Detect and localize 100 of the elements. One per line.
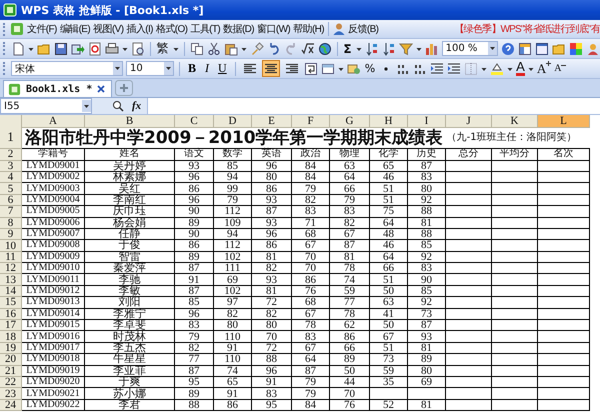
scissors-icon[interactable]	[206, 42, 221, 56]
align-center-button[interactable]	[262, 60, 280, 77]
wrap-text-icon[interactable]	[304, 62, 318, 76]
font-name-dropdown[interactable]: 宋体	[11, 61, 123, 76]
column-header[interactable]: J	[446, 115, 492, 128]
row-header[interactable]: 14	[0, 286, 22, 298]
column-header[interactable]: K	[492, 115, 538, 128]
menu-item[interactable]: 帮助(H)	[292, 22, 326, 36]
row-header[interactable]: 8	[0, 218, 22, 229]
row-header[interactable]: 12	[0, 263, 22, 274]
copy-icon[interactable]	[190, 42, 204, 56]
row-header[interactable]: 7	[0, 206, 22, 218]
row-header[interactable]: 3	[0, 160, 22, 172]
document-icon[interactable]	[10, 42, 25, 56]
row-header[interactable]: 5	[0, 183, 22, 195]
table-cell: 66	[370, 263, 408, 274]
column-header[interactable]: H	[370, 115, 408, 128]
column-header[interactable]: I	[408, 115, 446, 128]
row-header[interactable]: 18	[0, 331, 22, 343]
table-cell: 87	[292, 366, 330, 377]
sort-descending-icon[interactable]	[382, 42, 396, 56]
menu-item[interactable]: 插入(I)	[125, 22, 154, 36]
row-header[interactable]: 10	[0, 240, 22, 252]
column-header[interactable]: F	[292, 115, 330, 128]
row-header[interactable]: 9	[0, 228, 22, 240]
zoom-dropdown[interactable]: 100 %	[442, 41, 498, 56]
row-header[interactable]: 20	[0, 354, 22, 366]
row-header[interactable]: 13	[0, 274, 22, 286]
row-header[interactable]: 22	[0, 376, 22, 388]
underline-button[interactable]: U	[215, 60, 230, 76]
indent-increase-icon[interactable]	[447, 62, 462, 76]
row-header[interactable]: 23	[0, 388, 22, 400]
insert-function-button[interactable]: fx	[132, 100, 142, 112]
menu-item[interactable]: 文件(F)	[26, 22, 58, 36]
formula-icon[interactable]	[300, 42, 315, 56]
promo-link[interactable]: 【绿色季】WPS"将省纸进行到底"有	[454, 22, 600, 36]
column-header[interactable]: B	[85, 115, 175, 128]
menu-item[interactable]: 格式(O)	[154, 22, 188, 36]
printer-icon[interactable]	[104, 42, 119, 56]
save-icon[interactable]	[54, 42, 68, 56]
font-color-button[interactable]: A	[516, 61, 525, 76]
freeze-panes-icon[interactable]	[518, 42, 532, 56]
column-header[interactable]: A	[22, 115, 85, 128]
row-header[interactable]: 21	[0, 366, 22, 377]
menu-item[interactable]: 编辑(E)	[58, 22, 92, 36]
row-header[interactable]: 2	[0, 149, 22, 161]
menu-item[interactable]: 窗口(W)	[256, 22, 292, 36]
menu-item[interactable]: 视图(V)	[92, 22, 124, 36]
table-cell	[538, 308, 590, 320]
person-icon[interactable]	[586, 42, 600, 56]
column-header[interactable]: E	[252, 115, 292, 128]
brush-icon[interactable]	[250, 42, 264, 56]
help-icon[interactable]	[501, 42, 516, 56]
palette-icon[interactable]	[569, 42, 584, 56]
percent-button[interactable]: %	[364, 62, 376, 75]
italic-button[interactable]: I	[202, 60, 212, 76]
font-size-dropdown[interactable]: 10	[126, 61, 174, 76]
fill-color-icon[interactable]	[490, 62, 504, 76]
column-header[interactable]: G	[330, 115, 370, 128]
export-icon[interactable]	[70, 42, 85, 56]
table-cell: 68	[292, 228, 330, 240]
row-header[interactable]: 17	[0, 320, 22, 332]
formula-input-field[interactable]	[147, 98, 600, 114]
increase-font-size-button[interactable]: A	[536, 60, 552, 76]
column-header[interactable]: C	[175, 115, 214, 128]
filter-icon[interactable]	[398, 42, 413, 56]
column-header[interactable]: L	[538, 115, 590, 128]
close-icon[interactable]	[97, 85, 106, 93]
caret-icon[interactable]	[82, 100, 91, 112]
row-header[interactable]: 16	[0, 308, 22, 320]
paste-icon[interactable]	[224, 42, 238, 56]
chart-icon[interactable]	[424, 42, 439, 56]
bold-button[interactable]: B	[185, 60, 200, 76]
row-header[interactable]: 1	[0, 126, 22, 150]
window-icon[interactable]	[535, 42, 550, 56]
menu-item[interactable]: 数据(D)	[222, 22, 256, 36]
column-header[interactable]: D	[214, 115, 252, 128]
print-preview-icon[interactable]	[130, 42, 145, 56]
caret-icon[interactable]	[113, 62, 122, 75]
person-icon[interactable]	[332, 22, 346, 36]
decrease-font-size-button[interactable]: A	[554, 63, 566, 74]
row-header[interactable]: 24	[0, 400, 22, 412]
merge-cells-icon[interactable]	[320, 62, 335, 76]
sum-button[interactable]: Σ	[342, 42, 353, 56]
row-header[interactable]: 6	[0, 194, 22, 206]
row-header[interactable]: 19	[0, 342, 22, 354]
row-header[interactable]: 15	[0, 297, 22, 309]
feedback-menu-item[interactable]: 反馈(B)	[347, 22, 380, 36]
name-box[interactable]: I55	[0, 98, 92, 114]
row-header[interactable]: 4	[0, 172, 22, 184]
document-tab[interactable]: Book1.xls *	[3, 80, 112, 97]
caret-icon[interactable]	[488, 42, 498, 55]
sort-ascending-icon[interactable]	[364, 42, 379, 56]
caret-icon[interactable]	[164, 62, 173, 75]
globe-icon[interactable]	[318, 42, 332, 56]
traditional-chinese-button[interactable]: 繁	[156, 40, 170, 57]
row-header[interactable]: 11	[0, 252, 22, 264]
search-icon[interactable]	[112, 100, 124, 112]
menu-item[interactable]: 工具(T)	[189, 22, 222, 36]
indent-decrease-icon[interactable]	[430, 62, 444, 76]
